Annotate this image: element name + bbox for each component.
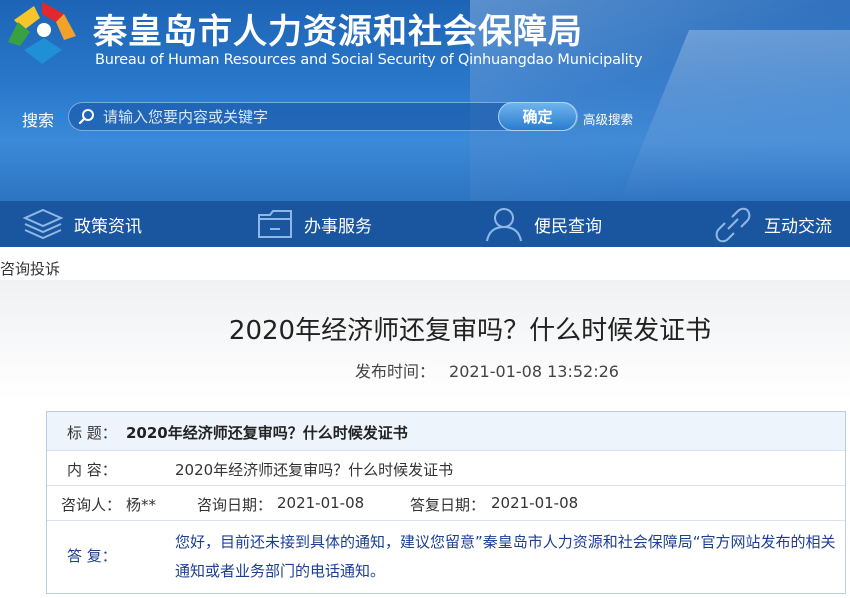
bureau-logo-icon[interactable] bbox=[4, 0, 80, 70]
table-row-title: 标 题： 2020年经济师还复审吗？什么时候发证书 bbox=[47, 412, 845, 451]
reply-label: 答 复： bbox=[67, 547, 117, 565]
breadcrumb[interactable]: 咨询投诉 bbox=[0, 258, 60, 279]
publish-time: 发布时间： 2021-01-08 13:52:26 bbox=[355, 358, 619, 382]
reply-date-value: 2021-01-08 bbox=[491, 494, 579, 512]
main-nav: 政策资讯 办事服务 便民查询 互动交流 bbox=[0, 201, 850, 247]
nav-item-query[interactable]: 便民查询 bbox=[464, 201, 696, 247]
nav-item-policy[interactable]: 政策资讯 bbox=[0, 201, 232, 247]
search-label: 搜索 bbox=[22, 111, 55, 130]
ask-date-label: 咨询日期： bbox=[197, 496, 273, 514]
content-value: 2020年经济师还复审吗？什么时候发证书 bbox=[175, 461, 454, 479]
header-banner: 秦皇岛市人力资源和社会保障局 Bureau of Human Resources… bbox=[0, 0, 850, 201]
content-label: 内 容： bbox=[67, 461, 117, 479]
site-subtitle: Bureau of Human Resources and Social Sec… bbox=[95, 52, 643, 68]
advanced-search-link[interactable]: 高级搜索 bbox=[583, 109, 633, 128]
search-submit-button[interactable]: 确定 bbox=[498, 102, 577, 131]
nav-label-policy: 政策资讯 bbox=[74, 216, 142, 237]
table-row-meta: 咨询人： 杨** 咨询日期： 2021-01-08 答复日期： 2021-01-… bbox=[47, 486, 845, 521]
table-row-reply: 答 复： 您好，目前还未接到具体的通知，建议您留意”秦皇岛市人力资源和社会保障局… bbox=[47, 521, 845, 593]
nav-item-services[interactable]: 办事服务 bbox=[232, 201, 464, 247]
nav-item-interaction[interactable]: 互动交流 bbox=[696, 201, 850, 247]
folder-icon bbox=[258, 210, 292, 238]
layers-icon bbox=[22, 208, 64, 240]
nav-label-query: 便民查询 bbox=[534, 216, 602, 237]
consultation-detail-table: 标 题： 2020年经济师还复审吗？什么时候发证书 内 容： 2020年经济师还… bbox=[46, 411, 846, 594]
search-icon bbox=[78, 109, 94, 125]
search-input[interactable] bbox=[103, 104, 493, 130]
title-value: 2020年经济师还复审吗？什么时候发证书 bbox=[126, 424, 408, 442]
asker-label: 咨询人： bbox=[61, 496, 122, 514]
page-title: 2020年经济师还复审吗？什么时候发证书 bbox=[228, 316, 712, 346]
nav-label-services: 办事服务 bbox=[304, 216, 372, 237]
user-icon bbox=[486, 208, 522, 242]
asker-value: 杨** bbox=[126, 496, 157, 514]
title-label: 标 题： bbox=[67, 424, 117, 442]
ask-date-value: 2021-01-08 bbox=[277, 494, 365, 512]
reply-text: 您好，目前还未接到具体的通知，建议您留意”秦皇岛市人力资源和社会保障局“官方网站… bbox=[175, 533, 836, 580]
publish-time-value: 2021-01-08 13:52:26 bbox=[449, 362, 619, 381]
link-icon bbox=[715, 207, 751, 243]
table-row-content: 内 容： 2020年经济师还复审吗？什么时候发证书 bbox=[47, 451, 845, 486]
reply-date-label: 答复日期： bbox=[410, 496, 486, 514]
nav-label-interaction: 互动交流 bbox=[764, 216, 832, 237]
site-title: 秦皇岛市人力资源和社会保障局 bbox=[93, 12, 583, 52]
publish-time-label: 发布时间： bbox=[355, 362, 436, 381]
